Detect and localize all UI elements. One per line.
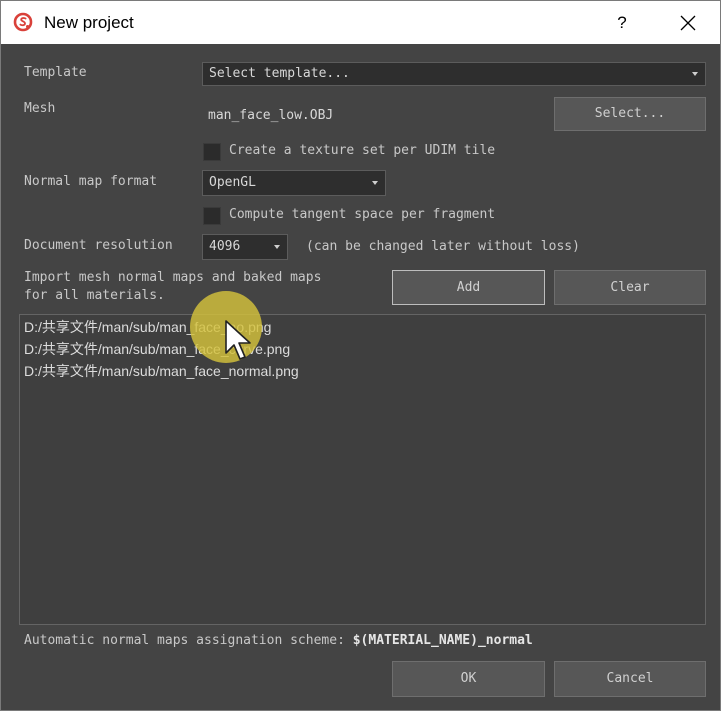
tangent-space-checkbox[interactable] [203,207,221,225]
ok-button[interactable]: OK [392,661,545,697]
document-resolution-label: Document resolution [24,238,173,253]
assignation-scheme: Automatic normal maps assignation scheme… [24,633,533,648]
title-bar: New project ? [1,1,720,44]
normal-map-format-dropdown[interactable]: OpenGL [202,170,386,196]
mesh-filename: man_face_low.OBJ [208,108,334,123]
chevron-down-icon [372,181,378,185]
document-resolution-dropdown[interactable]: 4096 [202,234,288,260]
udim-checkbox-label: Create a texture set per UDIM tile [229,143,496,158]
list-item[interactable]: D:/共享文件/man/sub/man_face_ao.png [24,316,271,338]
close-button[interactable] [667,7,709,39]
normal-map-format-value: OpenGL [209,175,256,190]
import-maps-label-line1: Import mesh normal maps and baked maps [24,270,322,285]
normal-map-format-label: Normal map format [24,174,158,189]
assignation-scheme-value: $(MATERIAL_NAME)_normal [352,633,533,648]
clear-button[interactable]: Clear [554,270,706,305]
add-button[interactable]: Add [392,270,545,305]
tangent-space-checkbox-label: Compute tangent space per fragment [229,207,496,222]
chevron-down-icon [274,245,280,249]
cancel-button[interactable]: Cancel [554,661,706,697]
template-dropdown-value: Select template... [209,66,350,81]
close-icon [680,15,696,31]
import-maps-label-line2: for all materials. [24,288,165,303]
window-title: New project [44,13,134,32]
template-label: Template [24,65,87,80]
document-resolution-value: 4096 [209,239,241,254]
new-project-dialog: New project ? Template Select template..… [0,0,721,711]
list-item[interactable]: D:/共享文件/man/sub/man_face_curve.png [24,338,290,360]
udim-checkbox[interactable] [203,143,221,161]
assignation-scheme-label: Automatic normal maps assignation scheme… [24,633,345,648]
document-resolution-note: (can be changed later without loss) [306,239,580,254]
template-dropdown[interactable]: Select template... [202,62,706,86]
imported-maps-list[interactable]: D:/共享文件/man/sub/man_face_ao.png D:/共享文件/… [19,314,706,625]
help-button[interactable]: ? [605,7,639,39]
substance-painter-logo-icon [13,12,33,32]
list-item[interactable]: D:/共享文件/man/sub/man_face_normal.png [24,360,299,382]
mesh-label: Mesh [24,101,56,116]
mesh-select-button[interactable]: Select... [554,97,706,131]
chevron-down-icon [692,72,698,76]
